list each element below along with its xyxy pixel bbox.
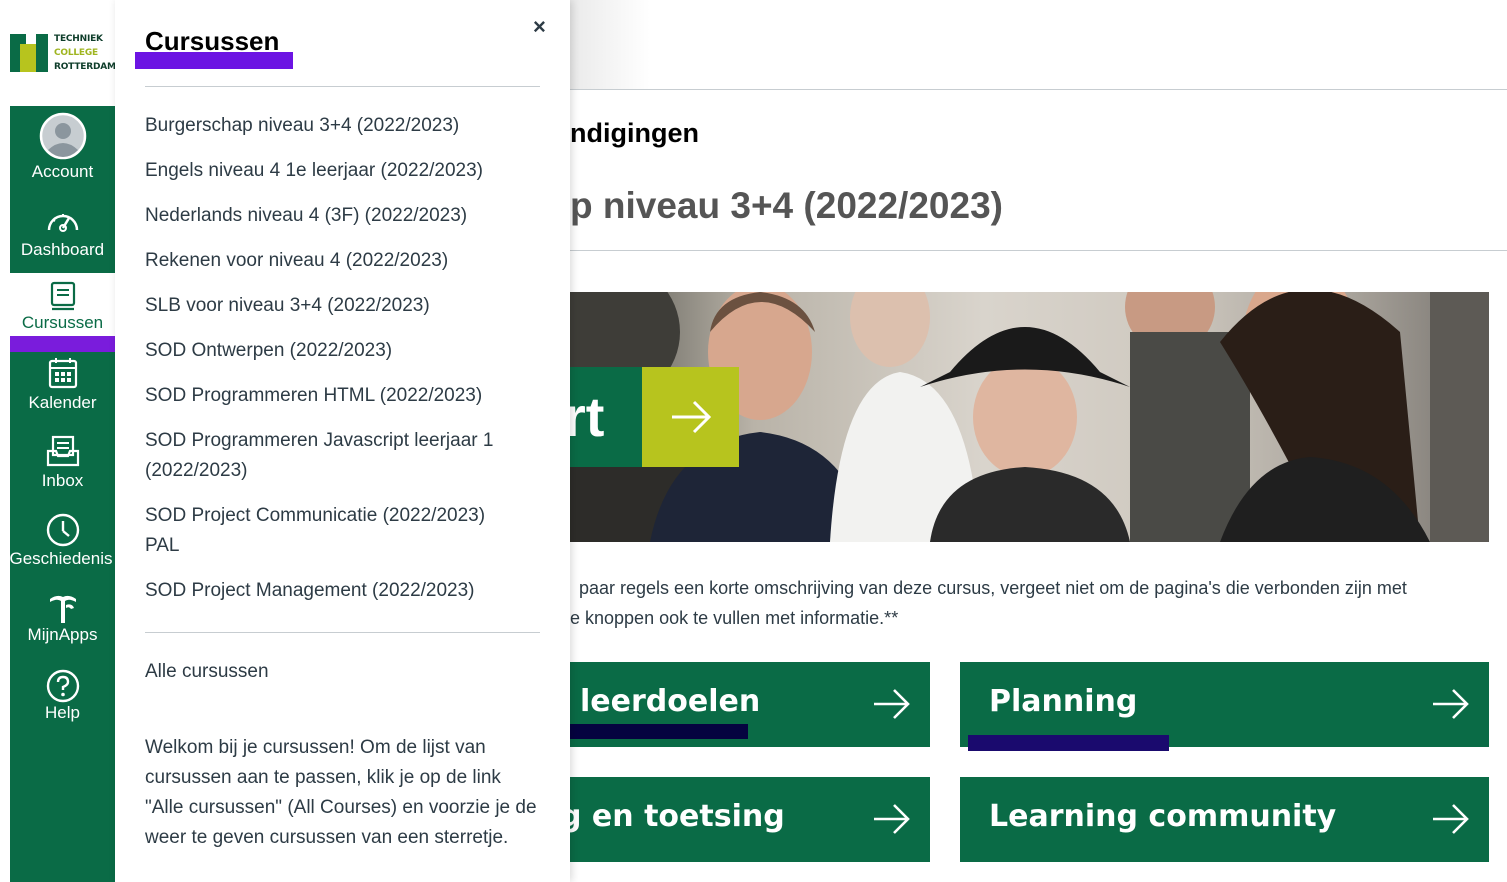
inbox-icon: [46, 435, 79, 467]
history-icon: [46, 513, 79, 547]
avatar-icon: [39, 112, 86, 160]
top-bar: [570, 0, 1507, 90]
tile-label: Learning community: [989, 799, 1337, 834]
course-link[interactable]: SOD Programmeren Javascript leerjaar 1 (…: [145, 426, 515, 486]
course-link[interactable]: SOD Programmeren HTML (2022/2023): [145, 381, 535, 411]
tray-title: Cursussen: [145, 26, 280, 56]
course-link[interactable]: SOD Project Management (2022/2023): [145, 576, 535, 606]
tile-leerdoelen-highlight: [570, 724, 748, 739]
course-link[interactable]: SOD Ontwerpen (2022/2023): [145, 336, 535, 366]
nav-label-inbox: Inbox: [41, 471, 84, 490]
arrow-right-icon: [672, 400, 712, 434]
nav-item-geschiedenis[interactable]: Geschiedenis: [9, 513, 115, 579]
dashboard-icon: [47, 214, 78, 232]
tile-label: leerdoelen: [580, 684, 761, 719]
tile-planning-highlight: [968, 735, 1169, 751]
nav-label-help: Help: [45, 703, 80, 722]
global-navigation: TECHNIEK COLLEGE ROTTERDAM Account Dashb…: [9, 0, 116, 882]
nav-item-cursussen[interactable]: Cursussen: [10, 273, 115, 339]
tile-toetsing[interactable]: g en toetsing: [570, 777, 930, 862]
announcements-heading: ndigingen: [570, 118, 699, 148]
course-description: paar regels een korte omschrijving van d…: [570, 573, 1485, 633]
tile-label: Planning: [989, 684, 1138, 719]
course-description-line2: e knoppen ook te vullen met informatie.*…: [570, 608, 899, 628]
course-description-line1: paar regels een korte omschrijving van d…: [579, 578, 1407, 598]
course-link[interactable]: Nederlands niveau 4 (3F) (2022/2023): [145, 201, 535, 231]
tray-info-text: Welkom bij je cursussen! Om de lijst van…: [145, 737, 537, 848]
nav-label-mijnapps: MijnApps: [27, 625, 98, 644]
nav-label-dashboard: Dashboard: [20, 240, 105, 259]
start-label: rt: [570, 367, 642, 467]
logo-text-line1: TECHNIEK: [54, 34, 103, 44]
course-title: p niveau 3+4 (2022/2023): [570, 185, 1003, 226]
courses-icon: [50, 281, 75, 311]
arrow-right-icon: [874, 689, 910, 719]
divider: [570, 250, 1507, 251]
tile-learning-community[interactable]: Learning community: [960, 777, 1489, 862]
nav-label-geschiedenis: Geschiedenis: [9, 549, 113, 568]
nav-item-account[interactable]: Account: [10, 112, 115, 188]
all-courses-link[interactable]: Alle cursussen: [145, 657, 535, 687]
course-link[interactable]: Rekenen voor niveau 4 (2022/2023): [145, 246, 535, 276]
arrow-right-icon: [874, 804, 910, 834]
nav-item-dashboard[interactable]: Dashboard: [10, 206, 115, 272]
nav-item-inbox[interactable]: Inbox: [10, 435, 115, 501]
school-logo[interactable]: TECHNIEK COLLEGE ROTTERDAM: [10, 0, 116, 106]
course-page: ndigingen p niveau 3+4 (2022/2023) rt pa…: [570, 0, 1507, 882]
course-banner-image: rt: [570, 292, 1489, 542]
tile-label: g en toetsing: [570, 799, 785, 834]
tray-divider: [145, 86, 540, 87]
courses-tray: Cursussen × Burgerschap niveau 3+4 (2022…: [115, 0, 570, 882]
course-link[interactable]: Engels niveau 4 1e leerjaar (2022/2023): [145, 156, 535, 186]
nav-label-account: Account: [31, 162, 94, 181]
nav-item-help[interactable]: Help: [10, 669, 115, 735]
course-link[interactable]: Burgerschap niveau 3+4 (2022/2023): [145, 111, 535, 141]
close-icon[interactable]: ×: [533, 14, 546, 40]
course-link[interactable]: SOD Project Communicatie (2022/2023) PAL: [145, 501, 515, 561]
nav-label-cursussen: Cursussen: [21, 313, 104, 332]
arrow-right-icon: [1433, 804, 1469, 834]
nav-item-kalender[interactable]: Kalender: [10, 357, 115, 423]
logo-text-line3: ROTTERDAM: [54, 62, 116, 72]
tray-divider: [145, 632, 540, 633]
nav-label-kalender: Kalender: [28, 393, 97, 412]
apps-icon: [49, 595, 76, 623]
course-link[interactable]: SLB voor niveau 3+4 (2022/2023): [145, 291, 535, 321]
active-nav-highlight: [10, 336, 123, 352]
nav-item-mijnapps[interactable]: MijnApps: [10, 591, 115, 657]
calendar-icon: [48, 358, 77, 389]
start-button[interactable]: [642, 367, 739, 467]
help-icon: [46, 669, 79, 703]
arrow-right-icon: [1433, 689, 1469, 719]
logo-text-line2: COLLEGE: [54, 48, 99, 58]
